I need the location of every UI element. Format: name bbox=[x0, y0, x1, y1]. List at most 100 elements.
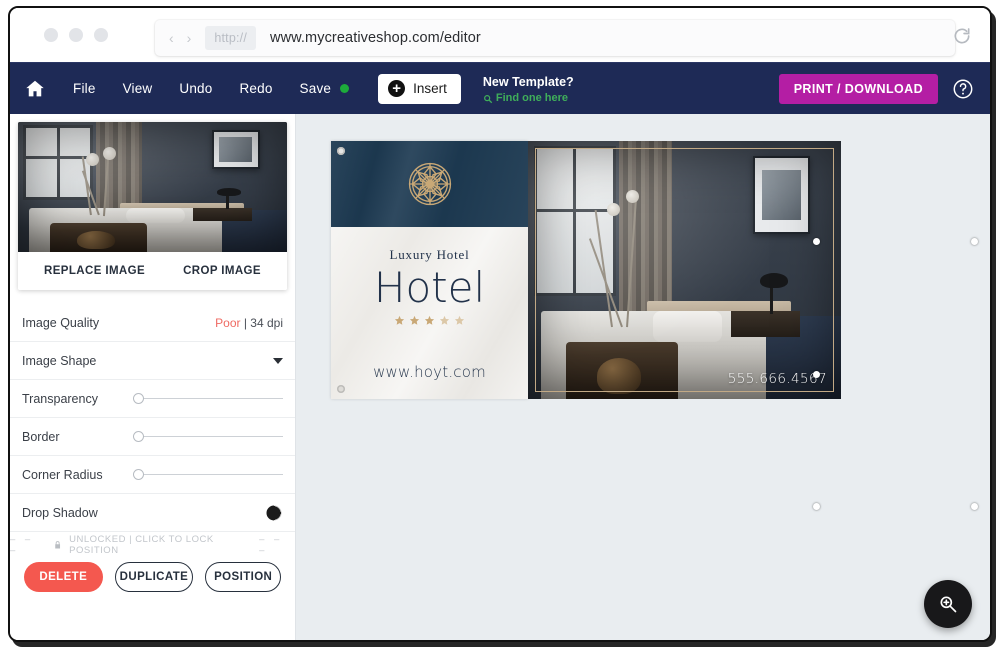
crop-image-button[interactable]: CROP IMAGE bbox=[183, 265, 261, 277]
insert-button-label: Insert bbox=[413, 81, 447, 96]
insert-button[interactable]: + Insert bbox=[378, 73, 461, 104]
selected-image-object[interactable]: 555.666.4567 bbox=[528, 141, 841, 399]
menu-item-view[interactable]: View bbox=[123, 81, 153, 96]
find-template-link-label: Find one here bbox=[495, 91, 569, 104]
row-transparency: Transparency bbox=[10, 380, 295, 418]
phone-number-text[interactable]: 555.666.4567 bbox=[728, 371, 827, 387]
slider-knob[interactable] bbox=[133, 431, 144, 442]
banner-left-panel[interactable]: Luxury Hotel Hotel www.hoyt.com bbox=[331, 141, 528, 399]
save-status-dot bbox=[340, 84, 350, 93]
row-border: Border bbox=[10, 418, 295, 456]
slider-knob[interactable] bbox=[133, 469, 144, 480]
slider-track bbox=[133, 473, 283, 476]
row-image-shape[interactable]: Image Shape bbox=[10, 342, 295, 380]
star-icon bbox=[409, 316, 420, 325]
object-action-buttons: DELETE DUPLICATE POSITION bbox=[10, 562, 295, 592]
lock-dashes-left: – – – bbox=[10, 534, 34, 556]
star-rating[interactable] bbox=[394, 315, 465, 326]
save-control[interactable]: Save bbox=[300, 81, 350, 96]
image-quality-dpi: | 34 dpi bbox=[240, 315, 283, 330]
image-shape-dropdown[interactable] bbox=[273, 357, 283, 364]
banner-body-block: Luxury Hotel Hotel www.hoyt.com bbox=[331, 227, 528, 399]
image-quality-warning: Poor bbox=[215, 315, 241, 330]
drop-shadow-label: Drop Shadow bbox=[22, 505, 98, 520]
image-properties-sidebar: REPLACE IMAGE CROP IMAGE Image Quality P… bbox=[10, 114, 296, 640]
browser-titlebar: ‹ › http:// www.mycreativeshop.com/edito… bbox=[10, 8, 990, 62]
star-icon bbox=[454, 316, 465, 325]
app-navbar: File View Undo Redo Save + Insert New Te… bbox=[10, 62, 990, 114]
back-arrow-icon[interactable]: ‹ bbox=[169, 31, 174, 45]
grommet-bottom-left bbox=[337, 385, 345, 393]
new-template-title: New Template? bbox=[482, 74, 574, 89]
design-artboard: Luxury Hotel Hotel www.hoyt.com 555.666.… bbox=[331, 141, 841, 399]
resize-handle-bottom-center[interactable] bbox=[971, 503, 978, 510]
plus-icon: + bbox=[388, 80, 406, 97]
window-minimize-button[interactable] bbox=[69, 28, 83, 42]
image-preview-card: REPLACE IMAGE CROP IMAGE bbox=[18, 122, 287, 290]
window-maximize-button[interactable] bbox=[94, 28, 108, 42]
row-image-quality: Image Quality Poor | 34 dpi bbox=[10, 304, 295, 342]
transparency-slider[interactable] bbox=[133, 393, 283, 404]
resize-handle-bottom-left[interactable] bbox=[813, 503, 820, 510]
find-template-link[interactable]: Find one here bbox=[483, 92, 574, 106]
banner-header-block bbox=[331, 141, 528, 227]
replace-image-button[interactable]: REPLACE IMAGE bbox=[44, 265, 145, 277]
slider-track bbox=[133, 397, 283, 400]
resize-handle-top-center[interactable] bbox=[971, 238, 978, 245]
menu-item-redo[interactable]: Redo bbox=[239, 81, 272, 96]
selection-overlay bbox=[813, 238, 990, 510]
chevron-down-icon bbox=[273, 357, 283, 364]
hotel-room-photo bbox=[18, 122, 287, 252]
lock-icon bbox=[55, 541, 60, 549]
design-canvas[interactable]: Luxury Hotel Hotel www.hoyt.com 555.666.… bbox=[296, 114, 990, 640]
star-icon bbox=[424, 316, 435, 325]
star-icon bbox=[439, 316, 450, 325]
image-preview-actions: REPLACE IMAGE CROP IMAGE bbox=[18, 252, 287, 290]
image-quality-label: Image Quality bbox=[22, 315, 100, 330]
corner-radius-label: Corner Radius bbox=[22, 467, 103, 482]
row-corner-radius: Corner Radius bbox=[10, 456, 295, 494]
new-template-block[interactable]: New Template? Find one here bbox=[483, 72, 574, 106]
print-download-button[interactable]: PRINT / DOWNLOAD bbox=[778, 74, 938, 104]
position-button[interactable]: POSITION bbox=[205, 562, 281, 592]
drop-shadow-toggle[interactable] bbox=[265, 504, 283, 522]
zoom-in-icon bbox=[940, 596, 957, 613]
border-slider[interactable] bbox=[133, 431, 283, 442]
home-icon[interactable] bbox=[24, 78, 46, 100]
border-label: Border bbox=[22, 429, 60, 444]
menu-item-undo[interactable]: Undo bbox=[179, 81, 212, 96]
window-controls bbox=[44, 28, 108, 42]
url-scheme-chip: http:// bbox=[205, 26, 257, 50]
url-text[interactable]: www.mycreativeshop.com/editor bbox=[270, 30, 481, 46]
banner-subtitle[interactable]: Luxury Hotel bbox=[389, 247, 469, 263]
ornament-medallion-icon bbox=[408, 162, 451, 206]
banner-website-text[interactable]: www.hoyt.com bbox=[373, 363, 486, 381]
contrast-icon bbox=[266, 505, 282, 520]
menu-item-file[interactable]: File bbox=[73, 81, 96, 96]
banner-title[interactable]: Hotel bbox=[374, 264, 485, 311]
reload-icon[interactable] bbox=[952, 26, 972, 46]
menu-item-save[interactable]: Save bbox=[300, 81, 332, 96]
hotel-room-photo-large bbox=[528, 141, 841, 399]
image-shape-label: Image Shape bbox=[22, 353, 97, 368]
slider-track bbox=[133, 435, 283, 438]
lock-dashes-right: – – – bbox=[259, 534, 283, 556]
window-close-button[interactable] bbox=[44, 28, 58, 42]
address-bar[interactable]: ‹ › http:// www.mycreativeshop.com/edito… bbox=[155, 20, 955, 56]
lock-position-label: UNLOCKED | CLICK TO LOCK POSITION bbox=[69, 534, 214, 556]
duplicate-button[interactable]: DUPLICATE bbox=[114, 562, 194, 592]
lock-position-toggle[interactable]: – – – UNLOCKED | CLICK TO LOCK POSITION … bbox=[10, 532, 295, 558]
delete-button[interactable]: DELETE bbox=[24, 562, 103, 592]
help-icon[interactable] bbox=[952, 78, 974, 100]
slider-knob[interactable] bbox=[133, 393, 144, 404]
image-quality-value: Poor | 34 dpi bbox=[215, 316, 283, 330]
image-preview-thumbnail[interactable] bbox=[18, 122, 287, 252]
zoom-in-button[interactable] bbox=[924, 580, 972, 628]
corner-radius-slider[interactable] bbox=[133, 469, 283, 480]
transparency-label: Transparency bbox=[22, 391, 98, 406]
star-icon bbox=[394, 316, 405, 325]
browser-window: ‹ › http:// www.mycreativeshop.com/edito… bbox=[8, 6, 992, 642]
row-drop-shadow: Drop Shadow bbox=[10, 494, 295, 532]
forward-arrow-icon[interactable]: › bbox=[187, 31, 192, 45]
grommet-top-left bbox=[337, 147, 345, 155]
